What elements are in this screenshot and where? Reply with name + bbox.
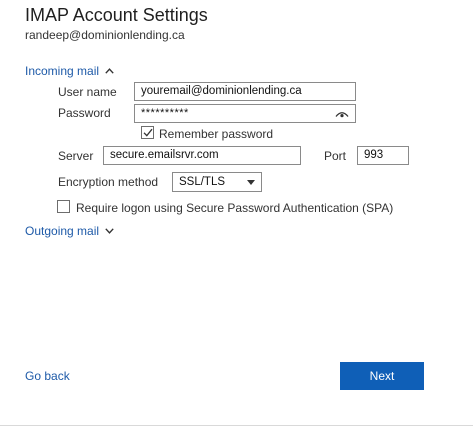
eye-icon[interactable] [335,110,349,118]
username-input[interactable]: youremail@dominionlending.ca [134,82,356,101]
password-input[interactable]: ********** [134,104,356,123]
encryption-label: Encryption method [58,175,159,189]
outgoing-mail-label: Outgoing mail [25,224,100,238]
encryption-value: SSL/TLS [179,176,226,188]
password-label: Password [58,106,111,120]
chevron-down-icon [105,228,114,234]
account-email: randeep@dominionlending.ca [25,28,185,42]
next-button[interactable]: Next [340,362,424,390]
incoming-mail-label: Incoming mail [25,64,100,78]
incoming-mail-toggle[interactable]: Incoming mail [25,64,114,78]
checkmark-icon [143,128,153,137]
dialog-title: IMAP Account Settings [25,5,208,25]
chevron-up-icon [105,68,114,74]
port-label: Port [324,149,347,163]
spa-label: Require logon using Secure Password Auth… [76,201,394,215]
port-input[interactable]: 993 [357,146,409,165]
password-value: ********** [141,107,189,119]
username-label: User name [58,85,117,99]
server-label: Server [58,149,94,163]
remember-password-checkbox[interactable] [141,126,154,139]
spa-checkbox[interactable] [57,200,70,213]
server-input[interactable]: secure.emailsrvr.com [103,146,301,165]
imap-settings-dialog: IMAP Account Settings randeep@dominionle… [0,0,473,430]
dropdown-caret-icon [247,180,255,185]
go-back-link[interactable]: Go back [25,369,70,383]
encryption-select[interactable]: SSL/TLS [172,172,262,192]
remember-password-label: Remember password [159,127,274,141]
outgoing-mail-toggle[interactable]: Outgoing mail [25,224,114,238]
bottom-divider [0,425,473,426]
